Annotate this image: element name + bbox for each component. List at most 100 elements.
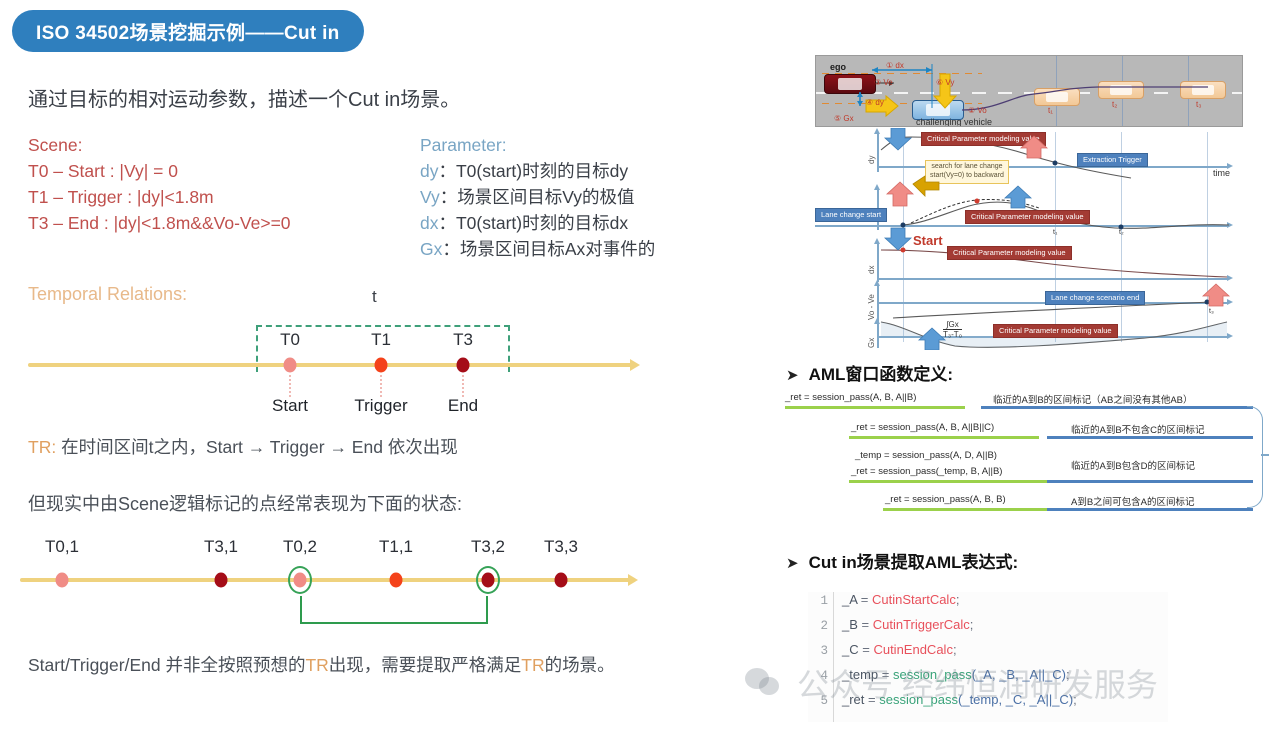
chart-gx-critical-tag: Critical Parameter modeling value bbox=[993, 324, 1118, 339]
timeline-2-dot-4 bbox=[481, 572, 495, 588]
timeline-2-label-5: T3,3 bbox=[543, 537, 579, 556]
parameter-desc-gx: ：场景区间目标Ax对事件的 bbox=[442, 239, 656, 259]
aml-row-0-blue-underline bbox=[981, 406, 1253, 409]
yellow-block-arrows bbox=[865, 73, 958, 118]
timeline-2-arrowhead bbox=[628, 574, 638, 586]
code-line-4-eq: = bbox=[878, 667, 893, 682]
aml-function-table: _ret = session_pass(A, B, A||B) 临近的A到B的区… bbox=[785, 390, 1269, 518]
chart-gx-curve bbox=[880, 321, 1228, 348]
chevron-right-icon-2: ➤ bbox=[786, 555, 799, 572]
bottom-note: Start/Trigger/End 并非全按照预想的TR出现，需要提取严格满足T… bbox=[28, 650, 688, 680]
timeline-1-leader-start bbox=[289, 375, 291, 397]
timeline-2-label-3: T1,1 bbox=[378, 537, 414, 556]
parameter-key-dy: dy bbox=[420, 161, 439, 181]
aml-code-block: 1 _A = CutinStartCalc; 2 _B = CutinTrigg… bbox=[808, 592, 1168, 722]
code-line-5-lhs: _ret bbox=[842, 692, 865, 707]
road-annotation-gx: ⑤ Gx bbox=[834, 114, 854, 123]
parameter-desc-vy: ：场景区间目标Vy的极值 bbox=[439, 187, 635, 207]
code-line-number-5: 5 bbox=[820, 694, 828, 708]
parameter-heading: Parameter: bbox=[420, 135, 507, 155]
section-heading-cutin-aml-text: Cut in场景提取AML表达式: bbox=[808, 553, 1019, 572]
aml-row-2-desc: 临近的A到B包含D的区间标记 bbox=[1071, 461, 1196, 472]
timeline-1-label-t3: T3 bbox=[453, 330, 473, 349]
code-line-2-lhs: _B bbox=[842, 617, 858, 632]
tr-note: TR: 在时间区间t之内，Start → Trigger → End 依次出现 bbox=[28, 434, 458, 459]
code-line-1-rhs: CutinStartCalc bbox=[872, 592, 956, 607]
chevron-right-icon: ➤ bbox=[786, 367, 799, 384]
code-line-2-eq: = bbox=[857, 617, 873, 632]
temporal-relations-heading: Temporal Relations: bbox=[28, 284, 188, 304]
tr-note-prefix: TR: bbox=[28, 437, 57, 457]
code-line-number-3: 3 bbox=[820, 644, 828, 658]
timeline-2-dot-1 bbox=[214, 572, 228, 588]
code-line-4-args: (_A, _B, _A||_C) bbox=[971, 667, 1066, 682]
parameter-key-gx: Gx bbox=[420, 239, 443, 259]
scene-heading: Scene: bbox=[28, 135, 83, 155]
chart-gx-formula-denominator: T₃-T₀ bbox=[943, 329, 963, 340]
road-annotation-vo: ② Vo bbox=[968, 106, 987, 115]
parameter-desc-dy: ：T0(start)时刻的目标dy bbox=[438, 161, 629, 181]
aml-row-2-code: _temp = session_pass(A, D, A||B) bbox=[855, 450, 997, 461]
timeline-2-dot-3 bbox=[389, 572, 403, 588]
aml-brace-tip bbox=[1261, 454, 1269, 456]
road-ghost-label-t1: t₁ bbox=[1048, 106, 1053, 115]
parameter-key-vy: Vy bbox=[420, 187, 440, 207]
aml-row-3-code: _ret = session_pass(_temp, B, A||B) bbox=[851, 466, 1003, 477]
aml-row-0-desc: 临近的A到B的区间标记（AB之间没有其他AB） bbox=[993, 395, 1193, 406]
road-annotation-dy: ④ dy bbox=[866, 98, 884, 107]
bottom-note-tr1: TR bbox=[305, 655, 329, 675]
code-line-5-fn: session_pass bbox=[879, 692, 959, 707]
aml-row-1-blue-underline bbox=[1047, 436, 1253, 439]
aml-row-1-green-underline bbox=[849, 436, 1039, 439]
code-line-5-eq: = bbox=[864, 692, 880, 707]
timeline-1-arrowhead bbox=[630, 359, 640, 371]
code-line-5-tail: ; bbox=[1073, 692, 1077, 707]
code-line-3-tail: ; bbox=[952, 642, 957, 657]
timeline-1-leader-end bbox=[462, 375, 464, 397]
road-scene-figure: ego challenging vehicle ① dx ③ Ve ④ dy ⑤… bbox=[815, 55, 1243, 127]
section-heading-aml-window: ➤ AML窗口函数定义: bbox=[786, 360, 953, 385]
right-column: ego challenging vehicle ① dx ③ Ve ④ dy ⑤… bbox=[760, 0, 1280, 734]
code-line-2-rhs: CutinTriggerCalc bbox=[872, 617, 970, 632]
road-ghost-label-t2: t₂ bbox=[1112, 100, 1118, 109]
parameter-desc-dx: ：T0(start)时刻的目标dx bbox=[438, 213, 629, 233]
bottom-note-part2: 出现，需要提取严格满足 bbox=[328, 655, 522, 675]
scenario-bracket bbox=[300, 596, 488, 624]
scene-line-t1: T1 – Trigger : |dy|<1.8m bbox=[28, 187, 214, 207]
code-line-2-tail: ; bbox=[969, 617, 974, 632]
aml-row-4-desc: A到B之间可包含A的区间标记 bbox=[1071, 497, 1195, 508]
scene-line-t3: T3 – End : |dy|<1.8m&&Vo-Ve>=0 bbox=[28, 213, 291, 233]
left-column: 通过目标的相对运动参数，描述一个Cut in场景。 Scene: T0 – St… bbox=[0, 0, 760, 734]
timeline-1-dot-end bbox=[456, 357, 470, 373]
intro-text: 通过目标的相对运动参数，描述一个Cut in场景。 bbox=[28, 89, 461, 111]
code-line-1-lhs: _A bbox=[842, 592, 858, 607]
code-line-3-eq: = bbox=[858, 642, 874, 657]
aml-row-4-code: _ret = session_pass(A, B, B) bbox=[885, 494, 1006, 505]
timeline-2-dot-2 bbox=[293, 572, 307, 588]
bottom-note-part1: Start/Trigger/End 并非全按照预想的 bbox=[28, 655, 306, 675]
code-line-5-args: (_temp, _C, _A||_C) bbox=[958, 692, 1074, 707]
section-heading-aml-window-text: AML窗口函数定义: bbox=[808, 365, 954, 384]
code-line-3-rhs: CutinEndCalc bbox=[873, 642, 953, 657]
aml-row-2-green-underline bbox=[849, 480, 1047, 483]
timeline-1-dot-start bbox=[283, 357, 297, 373]
aml-row-0-code: _ret = session_pass(A, B, A||B) bbox=[785, 392, 917, 403]
reality-note: 但现实中由Scene逻辑标记的点经常表现为下面的状态: bbox=[28, 494, 463, 514]
parameter-item-dx: dx：T0(start)时刻的目标dx bbox=[420, 210, 655, 236]
aml-row-4-green-underline bbox=[883, 508, 1047, 511]
code-line-1-eq: = bbox=[857, 592, 873, 607]
code-line-4-fn: session_pass bbox=[892, 667, 972, 682]
aml-row-2-blue-underline bbox=[1047, 480, 1253, 483]
timeline-1-sublabel-trigger: Trigger bbox=[354, 396, 408, 415]
chart-gx-formula: ∫Gx T₃-T₀ bbox=[943, 320, 963, 340]
code-line-1-tail: ; bbox=[955, 592, 960, 607]
code-line-4-tail: ; bbox=[1065, 667, 1070, 682]
parameter-item-gx: Gx：场景区间目标Ax对事件的 bbox=[420, 236, 655, 262]
timeline-2-label-1: T3,1 bbox=[203, 537, 239, 556]
code-line-5: _ret = session_pass(_temp, _C, _A||_C); bbox=[842, 692, 1077, 707]
parameter-key-dx: dx bbox=[420, 213, 439, 233]
timeline-1-sublabel-start: Start bbox=[272, 396, 308, 415]
road-annotation-vy: ⑥ Vy bbox=[936, 78, 955, 87]
tr-note-body: 在时间区间t之内，Start → Trigger → End 依次出现 bbox=[61, 437, 458, 457]
chart-gx-formula-numerator: ∫Gx bbox=[946, 320, 959, 329]
